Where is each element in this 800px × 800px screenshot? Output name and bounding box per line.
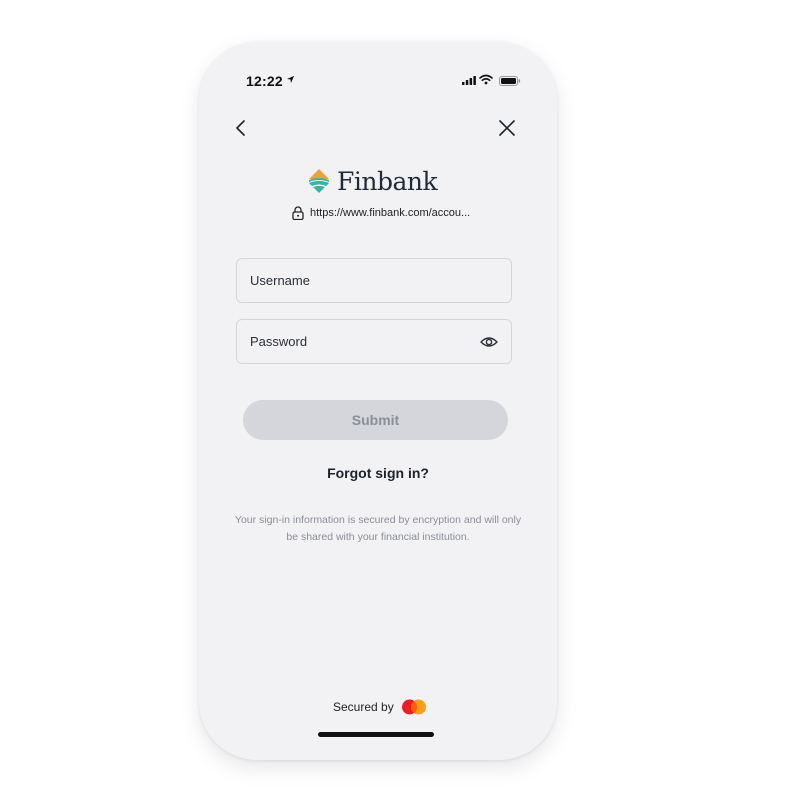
location-arrow-icon (286, 75, 295, 84)
username-input[interactable] (237, 259, 511, 302)
secured-by-label: Secured by (333, 700, 394, 714)
secured-by: Secured by (333, 698, 428, 716)
wifi-icon (479, 74, 493, 85)
password-input[interactable] (237, 320, 511, 363)
url-text: https://www.finbank.com/accou... (310, 207, 471, 219)
finbank-logo-mark-icon (309, 169, 329, 193)
eye-icon[interactable] (480, 334, 498, 350)
close-icon (499, 120, 515, 136)
chevron-left-icon (236, 120, 245, 136)
submit-button[interactable]: Submit (243, 400, 508, 440)
password-field[interactable] (236, 319, 512, 364)
brand-name: Finbank (337, 166, 438, 196)
forgot-sign-in-link[interactable]: Forgot sign in? (203, 465, 553, 481)
encryption-notice: Your sign-in information is secured by e… (234, 514, 522, 543)
cellular-signal-icon (462, 76, 476, 85)
status-time: 12:22 (246, 73, 283, 89)
lock-icon (292, 206, 304, 220)
home-indicator[interactable] (318, 732, 434, 737)
username-field[interactable] (236, 258, 512, 303)
back-button[interactable] (231, 116, 251, 140)
close-button[interactable] (496, 117, 518, 139)
mastercard-logo-icon (401, 699, 426, 715)
finbank-logo: Finbank (307, 164, 438, 198)
battery-icon (499, 76, 521, 86)
secure-url: https://www.finbank.com/accou... (292, 206, 470, 220)
phone-screen: 12:22 Finbank https://www.finbank.com/ac… (203, 46, 553, 756)
